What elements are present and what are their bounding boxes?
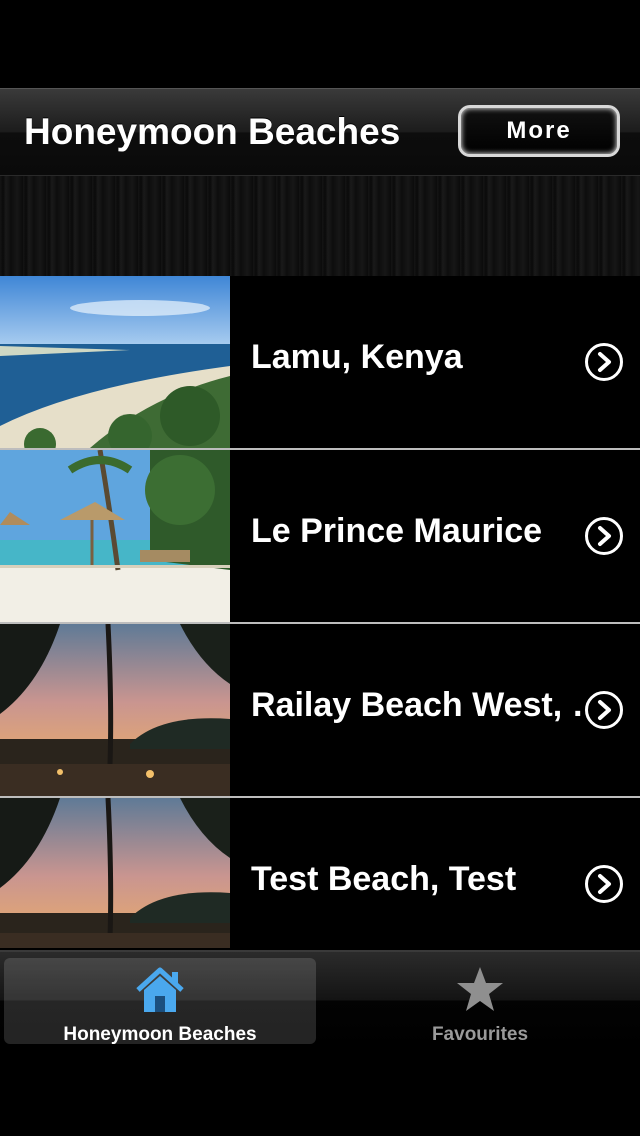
beach-thumbnail [0, 450, 230, 622]
beach-row-railay-beach-west[interactable]: Railay Beach West, Thailand [0, 624, 640, 796]
home-icon [134, 964, 186, 1016]
status-bar [0, 0, 640, 88]
beach-thumbnail [0, 276, 230, 448]
bottom-area [0, 1048, 640, 1136]
chevron-right-icon[interactable] [585, 691, 623, 729]
beach-thumbnail [0, 798, 230, 948]
chevron-right-icon[interactable] [585, 343, 623, 381]
beach-row-lamu[interactable]: Lamu, Kenya [0, 276, 640, 448]
beach-name: Lamu, Kenya [251, 338, 463, 376]
beach-name: Test Beach, Test [251, 860, 517, 898]
chevron-right-icon[interactable] [585, 517, 623, 555]
beach-row-test-beach[interactable]: Test Beach, Test [0, 798, 640, 948]
tab-label: Favourites [431, 1024, 529, 1045]
beach-name: Le Prince Maurice [251, 512, 543, 550]
chevron-right-icon[interactable] [585, 865, 623, 903]
tab-bar: Honeymoon Beaches Favourites [0, 950, 640, 1048]
navigation-bar: Honeymoon Beaches More [0, 88, 640, 176]
wood-background-strip [0, 176, 640, 276]
tab-label: Honeymoon Beaches [63, 1024, 257, 1045]
star-icon [454, 964, 506, 1016]
beach-thumbnail [0, 624, 230, 796]
tab-favourites[interactable]: Favourites [324, 958, 636, 1045]
more-button[interactable]: More [458, 105, 620, 157]
beach-row-le-prince-maurice[interactable]: Le Prince Maurice [0, 450, 640, 622]
tab-honeymoon-beaches[interactable]: Honeymoon Beaches [4, 958, 316, 1045]
beach-name: Railay Beach West, Thailand [251, 686, 611, 724]
page-title: Honeymoon Beaches [24, 111, 401, 152]
